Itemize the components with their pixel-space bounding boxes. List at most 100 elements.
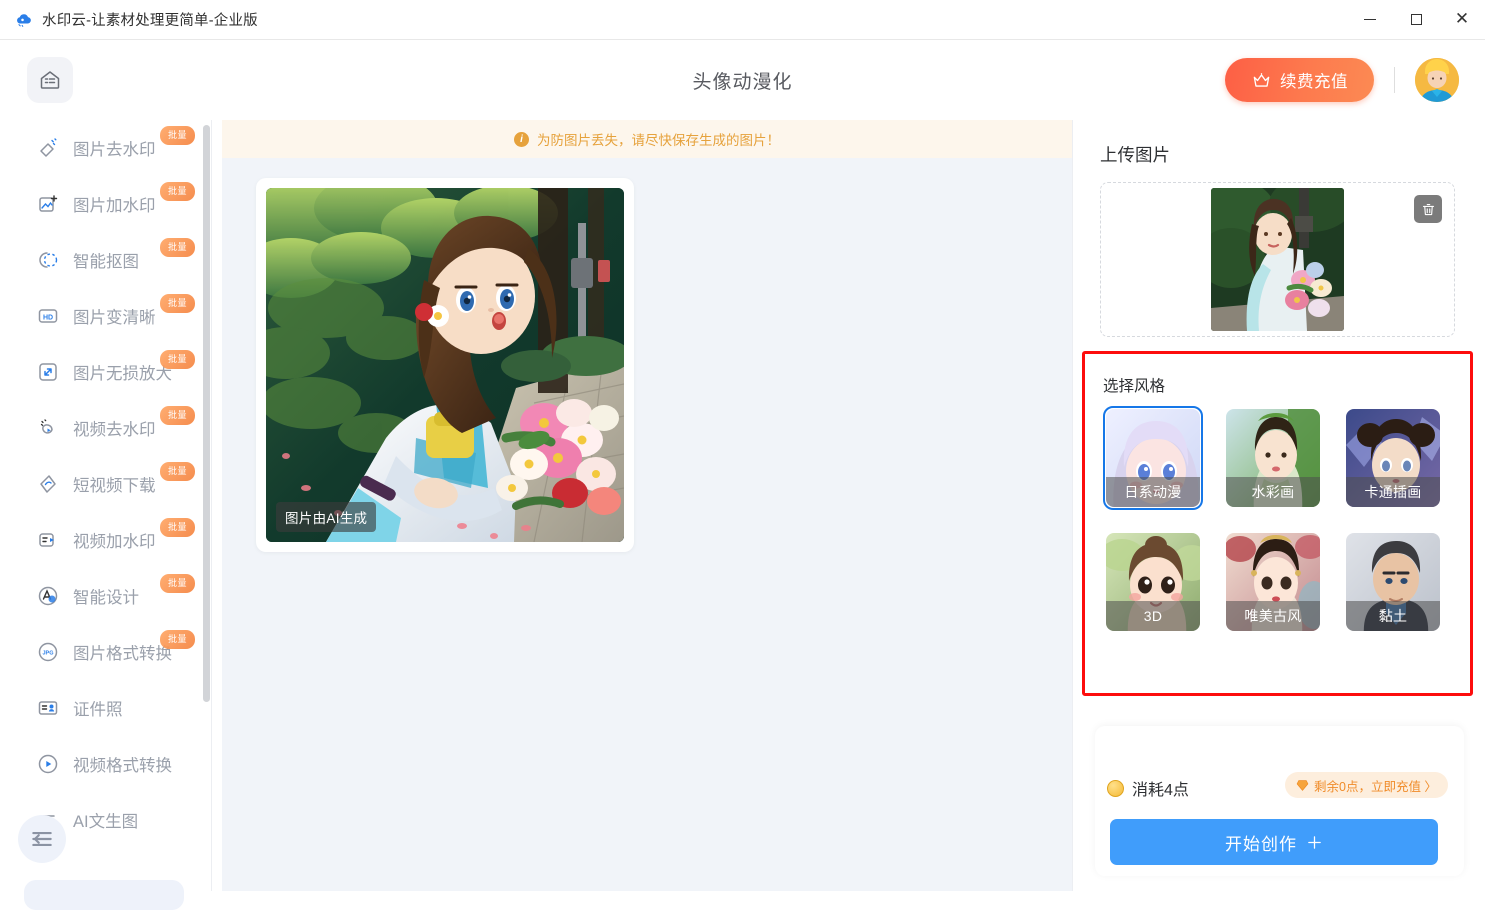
sidebar-item-8[interactable]: 视频加水印 批量: [0, 512, 212, 568]
cloud-logo-icon: [14, 10, 34, 30]
style-thumbnail: 唯美古风: [1226, 533, 1320, 631]
diamond-icon: [1296, 779, 1309, 792]
ai-generated-tag: 图片由AI生成: [276, 502, 377, 532]
id-photo-icon: [36, 696, 60, 720]
batch-badge: 批量: [160, 574, 196, 593]
style-option-label: 唯美古风: [1226, 601, 1320, 631]
sidebar-item-partial[interactable]: [24, 880, 184, 910]
remaining-points-badge[interactable]: 剩余0点，立即充值 〉: [1285, 772, 1448, 798]
batch-badge: 批量: [160, 238, 196, 257]
sidebar-item-5[interactable]: 图片无损放大 批量: [0, 344, 212, 400]
design-icon: [36, 584, 60, 608]
style-thumbnail: 卡通插画: [1346, 409, 1440, 507]
batch-badge: 批量: [160, 406, 196, 425]
video-eraser-icon: [36, 416, 60, 440]
sidebar-item-1[interactable]: 图片去水印 批量: [0, 120, 212, 176]
page-title: 头像动漫化: [692, 71, 793, 93]
enlarge-icon: [36, 360, 60, 384]
minimize-button[interactable]: [1347, 0, 1393, 40]
app-header: 头像动漫化 续费充值: [0, 40, 1485, 120]
sidebar-item-7[interactable]: 短视频下载 批量: [0, 456, 212, 512]
upload-section-title: 上传图片: [1100, 145, 1170, 165]
svg-text:HD: HD: [43, 315, 53, 322]
style-thumbnail: 黏土: [1346, 533, 1440, 631]
download-video-icon: [36, 472, 60, 496]
right-panel: 上传图片 选择风格 日系动漫 水彩画 卡通插画 3D 唯美古风 黏土 消耗4点 …: [1072, 120, 1485, 891]
upload-dropzone[interactable]: [1100, 182, 1455, 337]
main-content: i 为防图片丢失，请尽快保存生成的图片！ 图片由AI生成: [222, 120, 1072, 891]
close-button[interactable]: ✕: [1439, 0, 1485, 40]
sidebar-item-label: 视频去水印: [73, 421, 156, 439]
delete-image-button[interactable]: [1414, 195, 1442, 223]
video-convert-icon: [36, 752, 60, 776]
sidebar-divider: [211, 120, 212, 891]
batch-badge: 批量: [160, 182, 196, 201]
style-option-label: 水彩画: [1226, 477, 1320, 507]
video-watermark-icon: [36, 528, 60, 552]
sidebar-item-2[interactable]: 图片加水印 批量: [0, 176, 212, 232]
eraser-icon: [36, 136, 60, 160]
style-option-label: 3D: [1106, 601, 1200, 631]
style-option-3[interactable]: 卡通插画: [1343, 406, 1443, 510]
style-option-1[interactable]: 日系动漫: [1103, 406, 1203, 510]
svg-text:JPG: JPG: [42, 651, 53, 657]
style-option-2[interactable]: 水彩画: [1223, 406, 1323, 510]
action-panel: 消耗4点 剩余0点，立即充值 〉 开始创作: [1095, 726, 1464, 876]
cutout-icon: [36, 248, 60, 272]
sidebar-item-6[interactable]: 视频去水印 批量: [0, 400, 212, 456]
close-icon: ✕: [1454, 9, 1470, 29]
style-thumbnail: 水彩画: [1226, 409, 1320, 507]
cost-label: 消耗4点: [1132, 782, 1189, 799]
jpg-icon: JPG: [36, 640, 60, 664]
generated-image[interactable]: 图片由AI生成: [266, 188, 624, 542]
window-title: 水印云-让素材处理更简单-企业版: [42, 13, 258, 29]
sidebar-list: 图片去水印 批量 图片加水印 批量 智能抠图 批量 HD 图片变清晰 批量 图片无损放大 批量 视频去…: [0, 120, 212, 848]
sidebar-item-3[interactable]: 智能抠图 批量: [0, 232, 212, 288]
sidebar-item-label: 视频加水印: [73, 533, 156, 551]
sidebar: 图片去水印 批量 图片加水印 批量 智能抠图 批量 HD 图片变清晰 批量 图片无损放大 批量 视频去…: [0, 120, 212, 891]
style-section-title: 选择风格: [1103, 378, 1166, 395]
trash-icon: [1421, 202, 1436, 217]
collapse-sidebar-button[interactable]: [18, 815, 66, 863]
style-grid: 日系动漫 水彩画 卡通插画 3D 唯美古风 黏土: [1103, 406, 1459, 634]
sidebar-item-label: 图片去水印: [73, 141, 156, 159]
avatar[interactable]: [1415, 58, 1459, 102]
maximize-icon: [1410, 14, 1422, 25]
maximize-button[interactable]: [1393, 0, 1439, 40]
batch-badge: 批量: [160, 350, 196, 369]
sidebar-item-10[interactable]: JPG 图片格式转换 批量: [0, 624, 212, 680]
batch-badge: 批量: [160, 518, 196, 537]
style-option-6[interactable]: 黏土: [1343, 530, 1443, 634]
sidebar-item-4[interactable]: HD 图片变清晰 批量: [0, 288, 212, 344]
sidebar-item-label: 智能抠图: [73, 253, 139, 271]
style-option-4[interactable]: 3D: [1103, 530, 1203, 634]
sidebar-item-11[interactable]: 证件照: [0, 680, 212, 736]
style-thumbnail: 日系动漫: [1106, 409, 1200, 507]
batch-badge: 批量: [160, 630, 196, 649]
sidebar-item-label: AI文生图: [73, 813, 139, 831]
remaining-points-label: 剩余0点，立即充值 〉: [1314, 779, 1437, 794]
uploaded-thumbnail[interactable]: [1211, 188, 1344, 331]
sidebar-item-label: 证件照: [73, 701, 123, 719]
sidebar-item-label: 智能设计: [73, 589, 139, 607]
start-create-button[interactable]: 开始创作: [1110, 819, 1438, 865]
sidebar-item-label: 图片格式转换: [73, 645, 172, 663]
batch-badge: 批量: [160, 294, 196, 313]
style-thumbnail: 3D: [1106, 533, 1200, 631]
batch-badge: 批量: [160, 462, 196, 481]
sidebar-item-label: 图片加水印: [73, 197, 156, 215]
style-option-label: 卡通插画: [1346, 477, 1440, 507]
cost-row: 消耗4点: [1107, 776, 1189, 800]
sidebar-scrollbar[interactable]: [203, 125, 210, 702]
hd-icon: HD: [36, 304, 60, 328]
sidebar-item-label: 图片变清晰: [73, 309, 156, 327]
start-create-label: 开始创作: [1225, 834, 1297, 854]
collapse-sidebar-icon: [29, 826, 55, 852]
style-selection-panel: 选择风格 日系动漫 水彩画 卡通插画 3D 唯美古风 黏土: [1082, 351, 1473, 696]
sidebar-item-12[interactable]: 视频格式转换: [0, 736, 212, 792]
style-option-label: 黏土: [1346, 601, 1440, 631]
style-option-5[interactable]: 唯美古风: [1223, 530, 1323, 634]
result-card[interactable]: 图片由AI生成: [256, 178, 634, 552]
coin-icon: [1107, 779, 1124, 797]
sidebar-item-9[interactable]: 智能设计 批量: [0, 568, 212, 624]
